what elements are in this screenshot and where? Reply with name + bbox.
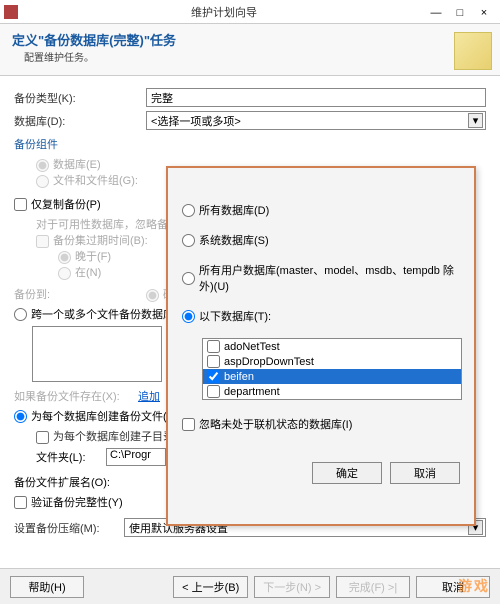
db-item-checkbox[interactable] xyxy=(207,385,220,398)
backup-to-label: 备份到: xyxy=(14,286,146,302)
components-label: 备份组件 xyxy=(14,136,486,152)
user-db-label: 所有用户数据库(master、model、msdb、tempdb 除外)(U) xyxy=(199,262,460,294)
all-db-radio[interactable] xyxy=(182,204,195,217)
expire-after-radio xyxy=(58,251,71,264)
maximize-button[interactable]: □ xyxy=(448,3,472,21)
user-db-radio[interactable] xyxy=(182,272,195,285)
next-button: 下一步(N) > xyxy=(254,576,330,598)
compress-label: 设置备份压缩(M): xyxy=(14,520,124,536)
ignore-offline-label: 忽略未处于联机状态的数据库(I) xyxy=(199,416,352,432)
form-body: 备份类型(K): 完整 数据库(D): <选择一项或多项> ▾ 备份组件 数据库… xyxy=(0,76,500,568)
back-button[interactable]: < 上一步(B) xyxy=(173,576,248,598)
verify-label: 验证备份完整性(Y) xyxy=(31,494,123,510)
db-list-item[interactable]: adoNetTest xyxy=(203,339,461,354)
db-item-label: aspDropDownTest xyxy=(224,356,314,368)
db-item-checkbox[interactable] xyxy=(207,340,220,353)
component-db-label: 数据库(E) xyxy=(53,159,101,171)
chevron-down-icon[interactable]: ▾ xyxy=(468,113,483,128)
wizard-header: 定义"备份数据库(完整)"任务 配置维护任务。 xyxy=(0,24,500,76)
expire-on-radio xyxy=(58,267,71,280)
expire-on-label: 在(N) xyxy=(75,267,101,279)
cancel-button[interactable]: 取消 xyxy=(390,462,460,484)
titlebar: 维护计划向导 — □ × xyxy=(0,0,500,24)
component-fg-label: 文件和文件组(G): xyxy=(53,175,138,187)
close-button[interactable]: × xyxy=(472,3,496,21)
sys-db-radio[interactable] xyxy=(182,234,195,247)
ignore-offline-checkbox[interactable] xyxy=(182,418,195,431)
expire-checkbox xyxy=(36,235,49,248)
these-db-radio[interactable] xyxy=(182,310,195,323)
watermark: 游戏 xyxy=(458,576,490,596)
header-subtitle: 配置维护任务。 xyxy=(24,49,488,64)
all-db-label: 所有数据库(D) xyxy=(199,202,269,218)
component-db-radio xyxy=(36,159,49,172)
help-button[interactable]: 帮助(H) xyxy=(10,576,84,598)
ok-button[interactable]: 确定 xyxy=(312,462,382,484)
backup-type-label: 备份类型(K): xyxy=(14,90,146,106)
each-db-dir-checkbox[interactable] xyxy=(36,431,49,444)
these-db-label: 以下数据库(T): xyxy=(199,308,271,324)
db-item-checkbox[interactable] xyxy=(207,355,220,368)
copy-only-checkbox[interactable] xyxy=(14,198,27,211)
window-title: 维护计划向导 xyxy=(24,4,424,20)
db-list-item[interactable]: department xyxy=(203,384,461,399)
if-exists-label: 如果备份文件存在(X): xyxy=(14,388,134,404)
folder-input[interactable]: C:\Progr xyxy=(106,448,166,466)
append-link[interactable]: 追加 xyxy=(138,388,160,404)
wizard-footer: 帮助(H) < 上一步(B) 下一步(N) > 完成(F) >| 取消 游戏 xyxy=(0,568,500,604)
db-item-checkbox[interactable] xyxy=(207,370,220,383)
minimize-button[interactable]: — xyxy=(424,3,448,21)
db-item-label: beifen xyxy=(224,371,254,383)
ext-label: 备份文件扩展名(O): xyxy=(14,474,110,490)
header-icon xyxy=(454,32,492,70)
header-title: 定义"备份数据库(完整)"任务 xyxy=(12,30,488,49)
each-db-file-label: 为每个数据库创建备份文件(R) xyxy=(31,408,178,424)
db-item-label: department xyxy=(224,386,280,398)
backup-type-value: 完整 xyxy=(151,90,173,106)
db-list-item[interactable]: beifen xyxy=(203,369,461,384)
component-fg-radio xyxy=(36,175,49,188)
database-value: <选择一项或多项> xyxy=(151,113,241,129)
db-item-label: adoNetTest xyxy=(224,341,280,353)
verify-checkbox[interactable] xyxy=(14,496,27,509)
database-combo[interactable]: <选择一项或多项> ▾ xyxy=(146,111,486,130)
expire-after-label: 晚于(F) xyxy=(75,251,111,263)
app-icon xyxy=(4,5,18,19)
backup-type-combo[interactable]: 完整 xyxy=(146,88,486,107)
db-list-item[interactable]: aspDropDownTest xyxy=(203,354,461,369)
expire-label: 备份集过期时间(B): xyxy=(53,235,148,247)
each-db-file-radio[interactable] xyxy=(14,410,27,423)
sys-db-label: 系统数据库(S) xyxy=(199,232,269,248)
db-listbox[interactable]: adoNetTest aspDropDownTest beifen departmen… xyxy=(202,338,462,400)
across-files-radio[interactable] xyxy=(14,308,27,321)
folder-label: 文件夹(L): xyxy=(36,449,106,465)
copy-only-label: 仅复制备份(P) xyxy=(31,196,101,212)
database-label: 数据库(D): xyxy=(14,113,146,129)
disk-radio xyxy=(146,289,159,302)
files-textarea[interactable] xyxy=(32,326,162,382)
database-picker-popup: 所有数据库(D) 系统数据库(S) 所有用户数据库(master、model、m… xyxy=(166,166,476,526)
finish-button: 完成(F) >| xyxy=(336,576,410,598)
